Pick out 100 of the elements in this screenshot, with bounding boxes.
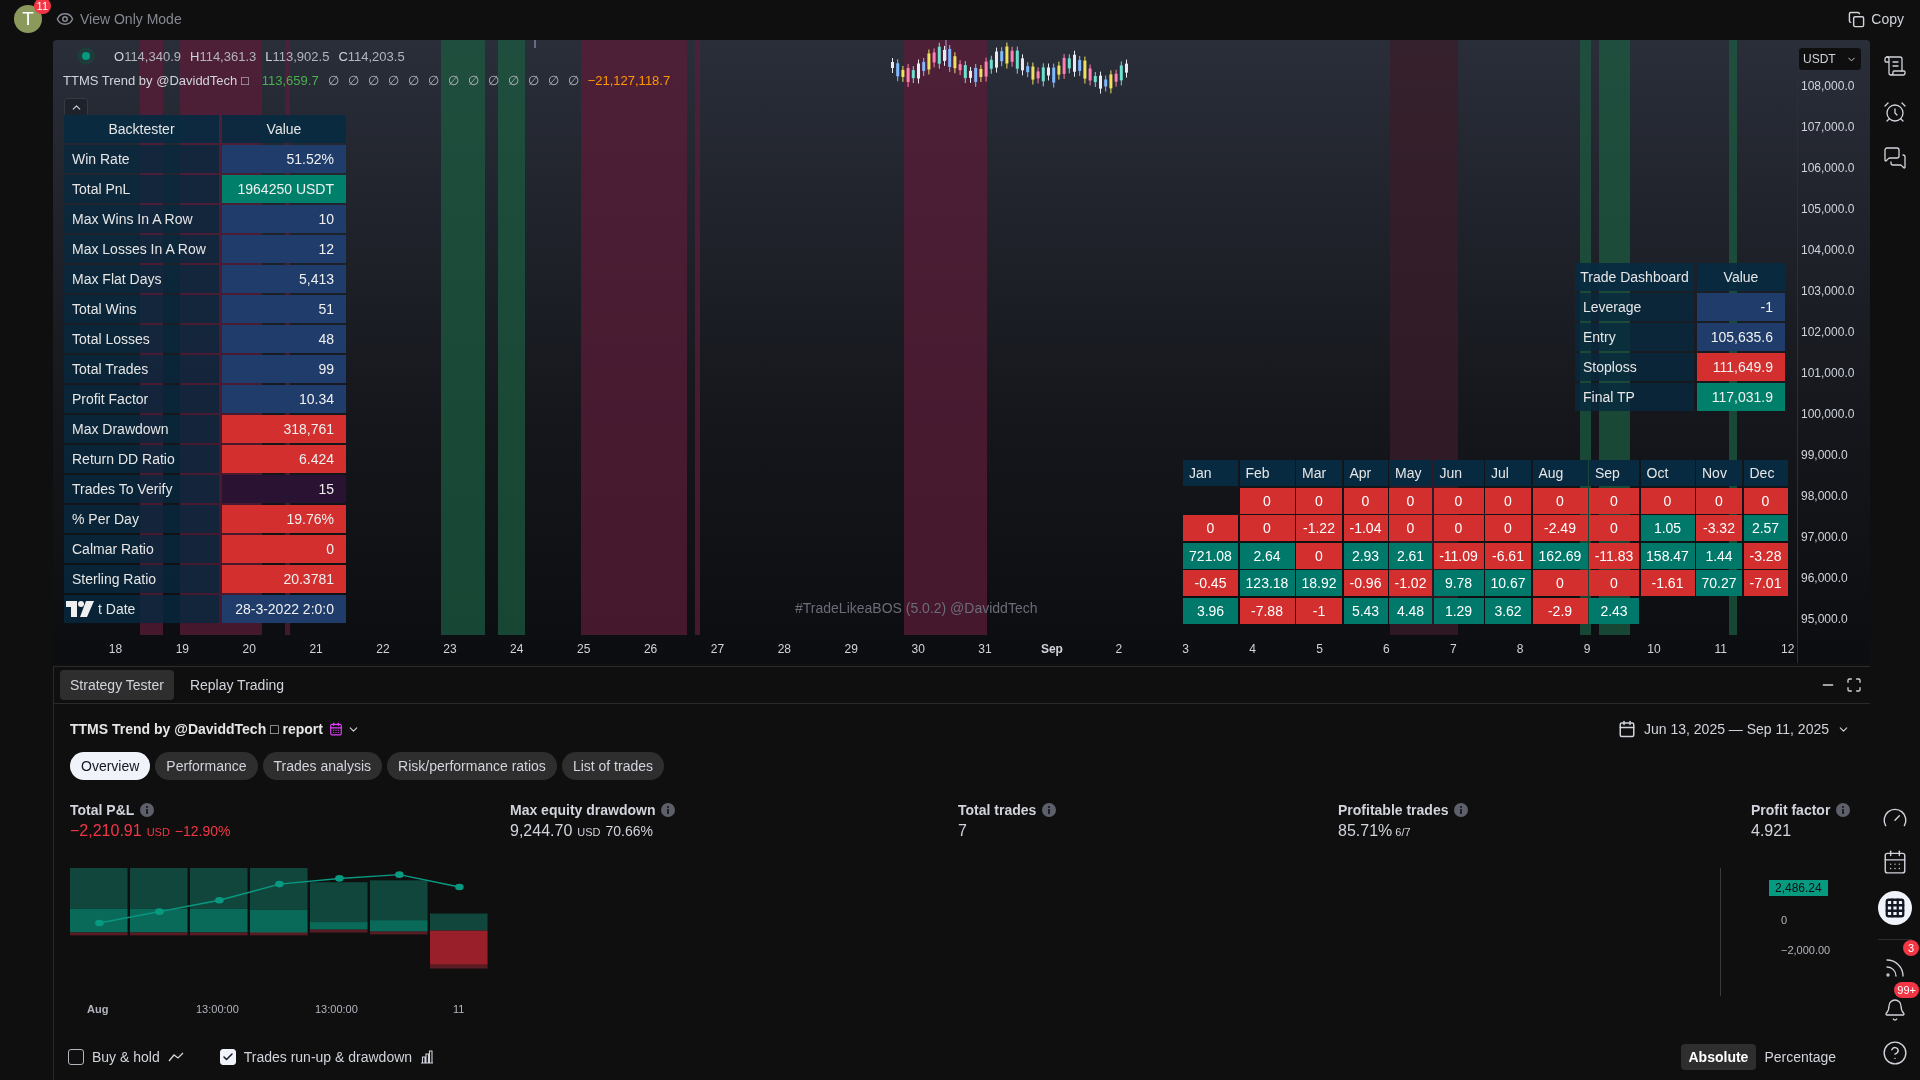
month-return-cell: 0 (1433, 515, 1484, 541)
chart-axis-label: 13:00:00 (196, 1003, 239, 1016)
indicator-value: ∅ (527, 73, 539, 88)
table-header: Value (222, 115, 346, 143)
table-cell: t Date (98, 601, 136, 617)
metric-value: −2,210.91 (70, 822, 142, 840)
month-return-cell: 0 (1532, 487, 1588, 514)
ohlc-value: C114,203.5 (338, 48, 405, 64)
month-return-cell: 123.18 (1239, 570, 1295, 596)
table-cell: 105,635.6 (1697, 323, 1785, 351)
panel-tab[interactable]: Replay Trading (179, 670, 295, 700)
info-icon[interactable] (1454, 803, 1469, 817)
price-axis-label: 105,000.0 (1801, 201, 1855, 218)
chart-axis-label: Aug (87, 1003, 109, 1016)
time-axis-label: 10 (1647, 642, 1661, 656)
section-tab[interactable]: List of trades (561, 752, 665, 780)
trade-bar (370, 880, 428, 935)
time-axis-label: 9 (1583, 642, 1591, 656)
month-header: Mar (1296, 460, 1342, 486)
time-axis-label: 22 (376, 642, 390, 656)
indicator-value: ∅ (407, 73, 419, 88)
price-axis-label: 101,000.0 (1801, 365, 1855, 382)
info-icon[interactable] (1836, 803, 1851, 817)
month-header: Nov (1696, 460, 1742, 486)
price-axis-label: 97,000.0 (1801, 529, 1849, 546)
month-return-cell: 0 (1389, 515, 1432, 541)
table-header: Trade Dashboard (1575, 263, 1694, 291)
month-return-cell: 2.64 (1239, 542, 1295, 569)
calendar-icon[interactable] (328, 722, 343, 736)
price-axis-label: 95,000.0 (1801, 611, 1849, 628)
table-cell: 111,649.9 (1697, 353, 1785, 381)
chat-icon[interactable] (1881, 144, 1909, 172)
month-return-cell: -2.9 (1532, 597, 1588, 624)
scale-toggle[interactable]: Absolute (1680, 1044, 1757, 1070)
month-return-cell: 1.29 (1433, 597, 1484, 624)
month-return-cell: 0 (1239, 515, 1295, 541)
month-header: Jul (1485, 460, 1531, 486)
month-return-cell: 0 (1296, 542, 1342, 569)
chart-axis-label: 13:00:00 (315, 1003, 358, 1016)
metric-label: Profitable trades (1338, 802, 1449, 818)
indicator-value: ∅ (487, 73, 499, 88)
month-return-cell: 1.05 (1640, 515, 1695, 541)
month-header: Apr (1343, 460, 1388, 486)
info-icon[interactable] (140, 803, 155, 817)
month-return-cell: 0 (1296, 487, 1342, 514)
grid-icon[interactable] (1884, 897, 1906, 919)
price-axis-label: 96,000.0 (1801, 570, 1849, 587)
price-marker (534, 40, 536, 49)
table-header: Backtester (64, 115, 219, 143)
section-tab[interactable]: Performance (155, 752, 258, 780)
month-return-cell: -6.61 (1485, 542, 1531, 569)
trade-bar (430, 913, 488, 969)
indicator-value: ∅ (507, 73, 519, 88)
table-cell: Total Trades (64, 355, 219, 383)
ohlc-value: H114,361.3 (190, 48, 257, 64)
info-icon[interactable] (661, 803, 676, 817)
scale-toggle[interactable]: Percentage (1756, 1044, 1844, 1070)
table-cell: Total PnL (64, 175, 219, 203)
table-cell: Final TP (1575, 383, 1694, 411)
time-axis-label: 20 (242, 642, 256, 656)
trade-bar (190, 868, 248, 936)
date-range-button[interactable]: Jun 13, 2025 — Sep 11, 2025 (1612, 719, 1856, 739)
trade-bar (70, 868, 128, 936)
month-return-cell: 4.48 (1389, 597, 1432, 624)
section-tab[interactable]: Overview (70, 752, 151, 780)
month-header: Oct (1640, 460, 1695, 486)
month-return-cell: 2.57 (1743, 515, 1788, 541)
eye-icon (56, 10, 74, 28)
section-tab[interactable]: Trades analysis (262, 752, 383, 780)
currency-dropdown[interactable]: USDT (1798, 47, 1862, 71)
info-icon[interactable] (1042, 803, 1057, 817)
indicator-value: ∅ (467, 73, 479, 88)
table-cell: 12 (222, 235, 346, 263)
indicator-value: ∅ (447, 73, 459, 88)
indicator-value: ∅ (427, 73, 439, 88)
calendar-icon[interactable] (1618, 720, 1636, 738)
checkbox[interactable] (68, 1049, 84, 1065)
notification-badge: 11 (33, 0, 51, 14)
ohlc-value: L113,902.5 (265, 48, 330, 64)
table-cell: Win Rate (64, 145, 219, 173)
apps-grid-button[interactable] (1878, 891, 1912, 925)
copy-icon[interactable] (1848, 10, 1866, 28)
section-tab[interactable]: Risk/performance ratios (387, 752, 557, 780)
panel-tab[interactable]: Strategy Tester (60, 670, 174, 700)
table-cell: Max Drawdown (64, 415, 219, 443)
metric-subvalue: 6/7 (1395, 826, 1411, 838)
equity-point (395, 871, 404, 878)
month-return-cell: -3.32 (1696, 515, 1742, 541)
time-axis-label: 11 (1714, 642, 1728, 656)
table-cell: 6.424 (222, 445, 346, 473)
month-return-cell: 2.43 (1589, 597, 1639, 624)
metric-unit: USD (577, 826, 601, 838)
month-return-cell: 2.93 (1343, 542, 1388, 569)
metric-value: 9,244.70 (510, 822, 573, 840)
table-cell: 48 (222, 325, 346, 353)
candlestick (917, 59, 920, 84)
equity-point (155, 908, 164, 915)
table-cell: 318,761 (222, 415, 346, 443)
month-return-cell: -1.61 (1640, 570, 1695, 596)
copy-button[interactable]: Copy (1844, 6, 1908, 32)
